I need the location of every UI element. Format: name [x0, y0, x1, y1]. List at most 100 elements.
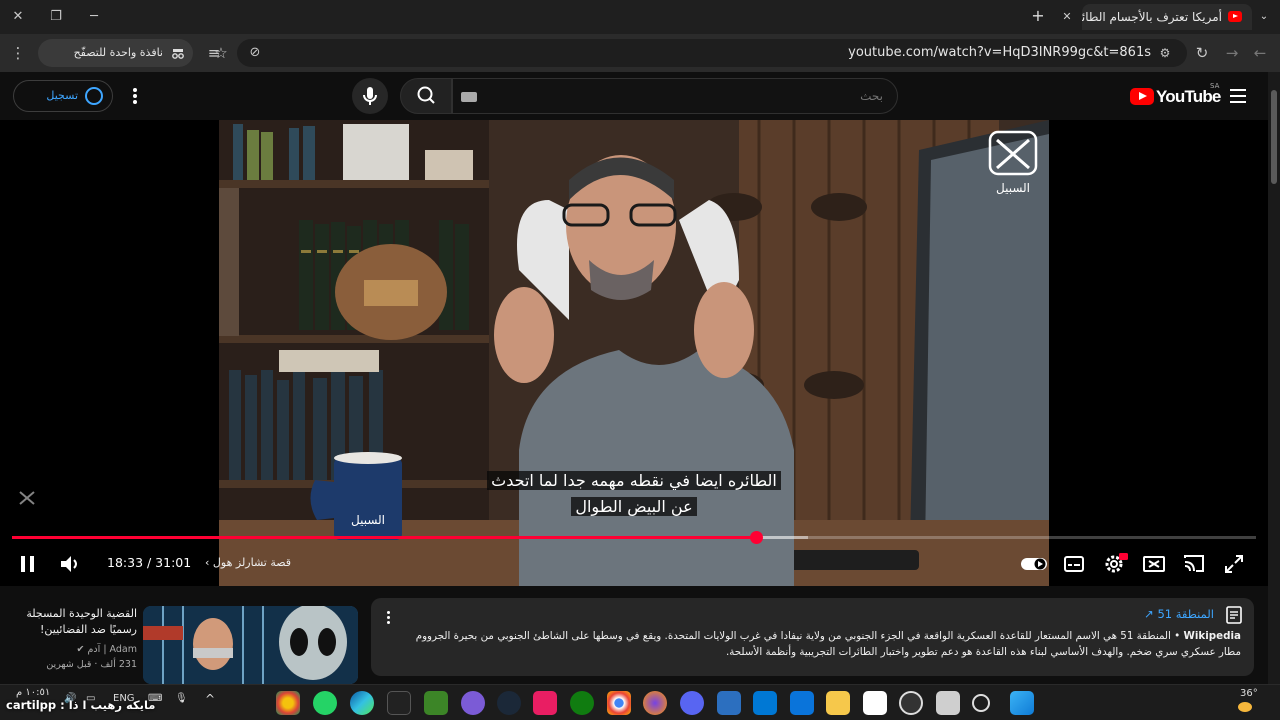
tray-chevron-icon[interactable]: ^: [205, 692, 215, 706]
recommended-views: 231 ألف: [100, 659, 137, 670]
info-panel-body: المنطقة 51 هي الاسم المستعار للقاعدة الع…: [415, 630, 1241, 658]
discord-taskbar-icon[interactable]: [680, 691, 704, 715]
os-taskbar: ^ 🎙 ⌨ ENG ▭ 🔊 ١٠:٥١ م 36°: [0, 684, 1280, 720]
recommended-meta: Adam | آدم ✔ 231 ألف · قبل شهرين: [46, 644, 137, 670]
video-player[interactable]: السبيل السبيل الطائره ايضا في نقطه مهمه …: [0, 120, 1268, 586]
obs-taskbar-icon[interactable]: [461, 691, 485, 715]
info-panel-title: المنطقة 51: [1157, 607, 1214, 621]
progress-bar[interactable]: [12, 531, 1256, 544]
recommended-title[interactable]: القضية الوحيدة المسجلة رسميًا ضد الفضائي…: [7, 606, 137, 638]
chrome-taskbar-icon[interactable]: [607, 691, 631, 715]
start-windows-icon[interactable]: [1010, 691, 1034, 715]
youtube-wordmark: YouTube: [1156, 87, 1221, 106]
active-app-taskbar-icon[interactable]: [899, 691, 923, 715]
store-taskbar-icon[interactable]: [790, 691, 814, 715]
weather-sun-icon: [1238, 702, 1252, 712]
chapter-label: قصة تشارلز هول: [212, 556, 292, 569]
theater-mode-icon[interactable]: [1142, 552, 1166, 576]
firefox-taskbar-icon[interactable]: [643, 691, 667, 715]
url-text[interactable]: youtube.com/watch?v=HqD3INR99gc&t=861s: [848, 45, 1151, 60]
browser-tab[interactable]: أمريكا تعترف بالأجسام الطائرة: [1082, 4, 1252, 30]
reload-icon[interactable]: ↻: [1192, 43, 1212, 63]
caption-line-2: عن البيض الطوال: [571, 497, 697, 516]
chrome-canary-taskbar-icon[interactable]: [276, 691, 300, 715]
chapter-chevron-icon: ›: [205, 556, 210, 569]
omnibox[interactable]: ⊘ ☆ youtube.com/watch?v=HqD3INR99gc&t=86…: [214, 39, 1187, 67]
recommended-video[interactable]: القضية الوحيدة المسجلة رسميًا ضد الفضائي…: [0, 600, 360, 684]
capcut-app-taskbar-icon[interactable]: [863, 691, 887, 715]
youtube-favicon-icon: [1228, 11, 1242, 22]
channel-watermark-text: السبيل: [996, 181, 1030, 195]
microphone-icon: [363, 87, 377, 105]
fullscreen-icon[interactable]: [1222, 552, 1246, 576]
search-taskbar-icon[interactable]: [972, 694, 990, 712]
back-arrow-icon[interactable]: ←: [1250, 43, 1270, 63]
tab-title: أمريكا تعترف بالأجسام الطائرة: [1082, 10, 1222, 24]
voice-search-button[interactable]: [352, 78, 388, 114]
article-icon: [1226, 606, 1242, 624]
chapter-button[interactable]: قصة تشارلز هول ›: [205, 556, 291, 569]
page-scrollbar[interactable]: [1268, 72, 1280, 684]
captions: الطائره ايضا في نقطه مهمه جدا لما اتحدث …: [0, 468, 1268, 520]
recommended-thumbnail[interactable]: [143, 606, 358, 684]
info-panel-link[interactable]: المنطقة 51 ↗: [1144, 607, 1214, 621]
site-settings-icon[interactable]: ⚙: [1155, 43, 1175, 63]
autoplay-toggle-icon[interactable]: [1020, 552, 1048, 576]
keyboard-icon[interactable]: [461, 92, 477, 102]
guide-menu-icon[interactable]: [1230, 89, 1246, 103]
scrollbar-thumb[interactable]: [1271, 90, 1277, 184]
outlook-taskbar-icon[interactable]: [753, 691, 777, 715]
thumbnail-image: [143, 606, 358, 684]
caption-line-1: الطائره ايضا في نقطه مهمه جدا لما اتحدث: [487, 471, 781, 490]
weather-temperature[interactable]: 36°: [1240, 688, 1258, 699]
youtube-logo[interactable]: YouTube SA: [1130, 82, 1221, 108]
new-tab-button[interactable]: +: [1028, 6, 1048, 26]
recommended-age: قبل شهرين: [46, 659, 92, 670]
mic-tray-icon[interactable]: 🎙: [175, 693, 188, 704]
search-input[interactable]: [452, 78, 898, 114]
subtitles-icon[interactable]: [1062, 552, 1086, 576]
file-explorer-taskbar-icon[interactable]: [826, 691, 850, 715]
whatsapp-taskbar-icon[interactable]: [313, 691, 337, 715]
steam-taskbar-icon[interactable]: [497, 691, 521, 715]
volume-icon[interactable]: [58, 552, 82, 576]
clock[interactable]: ١٠:٥١ م: [16, 687, 50, 698]
capcut-taskbar-icon[interactable]: [387, 691, 411, 715]
verified-check-icon: ✔: [76, 644, 85, 655]
cast-icon[interactable]: [1182, 552, 1206, 576]
photos-taskbar-icon[interactable]: [717, 691, 741, 715]
recommended-channel[interactable]: Adam | آدم: [88, 644, 137, 655]
window-close-icon[interactable]: ✕: [6, 6, 30, 28]
info-panel-source[interactable]: Wikipedia: [1184, 630, 1241, 642]
tab-search-chevron-icon[interactable]: ⌄: [1255, 8, 1273, 26]
info-panel: المنطقة 51 ↗ Wikipedia • المنطقة 51 هي ا…: [371, 598, 1254, 676]
app-taskbar-icon[interactable]: [533, 691, 557, 715]
window-minimize-icon[interactable]: ─: [82, 6, 106, 28]
played-bar: [12, 536, 757, 539]
search-icon: [417, 86, 435, 104]
info-panel-text: Wikipedia • المنطقة 51 هي الاسم المستعار…: [415, 630, 1241, 658]
minecraft-taskbar-icon[interactable]: [424, 691, 448, 715]
tab-close-icon[interactable]: ✕: [1058, 8, 1076, 26]
xbox-taskbar-icon[interactable]: [570, 691, 594, 715]
browser-menu-icon[interactable]: ⋮: [8, 43, 28, 63]
pause-icon[interactable]: [16, 552, 40, 576]
edge-taskbar-icon[interactable]: [350, 691, 374, 715]
account-circle-icon: [85, 87, 103, 105]
settings-menu-icon[interactable]: [130, 86, 140, 106]
settings-gear-icon[interactable]: [1102, 552, 1128, 576]
search-button[interactable]: [400, 78, 452, 114]
forward-arrow-icon[interactable]: →: [1222, 43, 1242, 63]
bookmark-star-icon[interactable]: ☆: [211, 43, 231, 63]
incognito-badge[interactable]: نافذة واحدة للتصفّح المتخفي: [38, 39, 193, 87]
info-panel-menu-icon[interactable]: [385, 609, 391, 627]
eye-off-icon[interactable]: ⊘: [245, 43, 265, 63]
address-toolbar: ⋮ نافذة واحدة للتصفّح المتخفي ≡ ⊘ ☆ yout…: [0, 34, 1280, 87]
country-code: SA: [1210, 82, 1220, 90]
window-restore-icon[interactable]: ❐: [44, 6, 68, 28]
external-link-icon: ↗: [1144, 607, 1154, 621]
sign-in-button[interactable]: تسجيل الدخول: [13, 80, 113, 132]
youtube-header: تسجيل الدخول YouTube SA: [0, 72, 1268, 132]
task-view-taskbar-icon[interactable]: [936, 691, 960, 715]
incognito-icon: [172, 49, 184, 59]
